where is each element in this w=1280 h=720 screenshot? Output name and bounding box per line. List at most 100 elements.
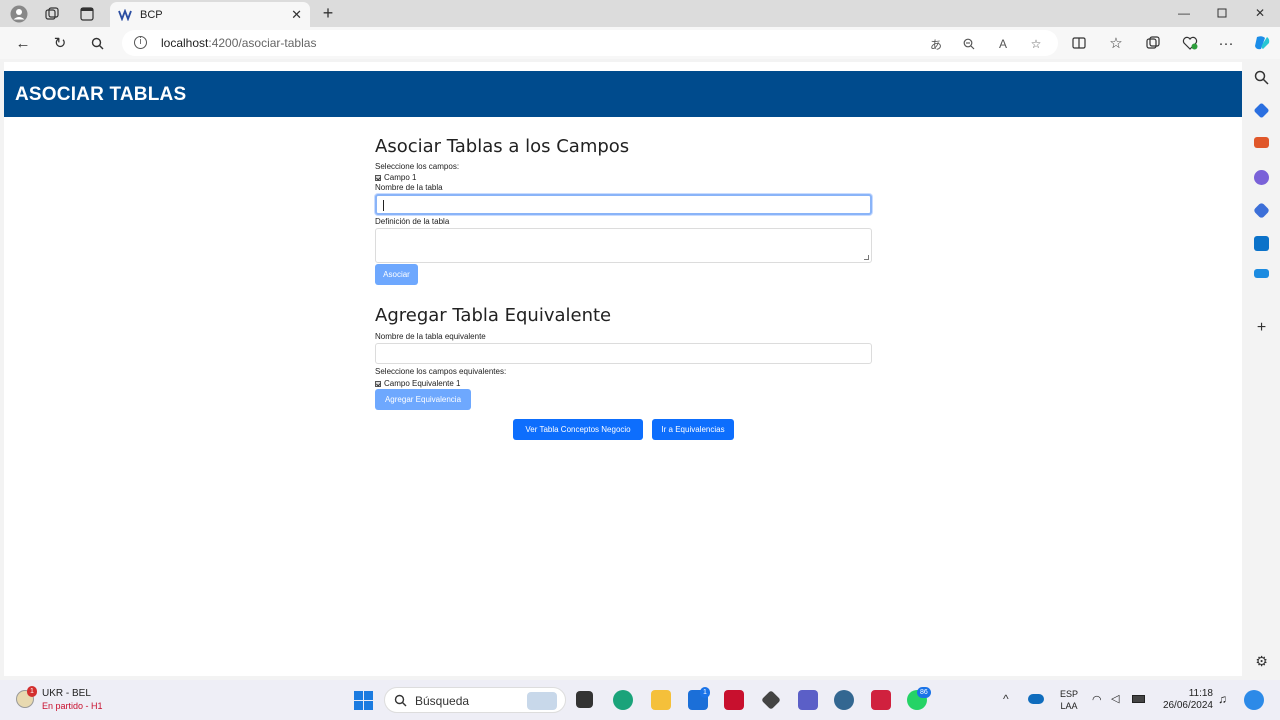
add-sidebar-icon[interactable]: + [1254, 320, 1269, 336]
url-text: localhost:4200/asociar-tablas [161, 36, 316, 50]
select-fields-label: Seleccione los campos: [375, 162, 460, 171]
equivalent-checkbox-label: Campo Equivalente 1 [384, 379, 461, 388]
favorite-star-icon[interactable]: ☆ [1028, 36, 1044, 52]
address-bar[interactable]: i localhost:4200/asociar-tablas あ A ☆ [122, 30, 1058, 56]
section-associate-title: Asociar Tablas a los Campos [375, 136, 630, 157]
equivalent-field-checkbox[interactable] [375, 380, 381, 387]
widget-badge: 1 [27, 686, 37, 697]
equivalent-name-label: Nombre de la tabla equivalente [375, 332, 486, 341]
bcp-favicon-icon [118, 8, 132, 21]
tab-actions-icon[interactable] [77, 4, 97, 24]
widget-subtitle: En partido - H1 [42, 701, 103, 711]
table-name-label: Nombre de la tabla [375, 183, 443, 192]
field-checkbox-label: Campo 1 [384, 173, 417, 182]
field-checkbox[interactable] [375, 174, 381, 181]
language-bottom: LAA [1060, 701, 1078, 711]
copilot-icon[interactable] [1252, 33, 1272, 53]
mcafee-icon[interactable] [724, 690, 744, 710]
browser-essentials-icon[interactable] [1180, 33, 1200, 53]
edge-sidebar: + ⚙ [1243, 62, 1280, 676]
wifi-icon[interactable]: ◠ [1092, 693, 1102, 706]
collections-icon[interactable] [1143, 33, 1163, 53]
clock[interactable]: 11:18 26/06/2024 [1155, 688, 1213, 712]
minimize-icon[interactable]: — [1174, 4, 1194, 22]
site-info-icon[interactable]: i [134, 36, 147, 49]
teams-icon[interactable] [798, 690, 818, 710]
new-tab-icon[interactable]: + [318, 3, 338, 23]
refresh-icon[interactable]: ↻ [50, 33, 70, 53]
clock-date: 26/06/2024 [1162, 700, 1213, 711]
table-definition-textarea[interactable] [375, 228, 872, 263]
clock-time: 11:18 [1188, 688, 1213, 699]
go-equivalences-button[interactable]: Ir a Equivalencias [652, 419, 734, 440]
close-window-icon[interactable]: ✕ [1250, 4, 1270, 22]
equivalent-name-input[interactable] [375, 343, 872, 364]
equivalent-checkbox-row: Campo Equivalente 1 [375, 379, 872, 388]
browser-titlebar: BCP ✕ + — ✕ [0, 0, 1280, 27]
more-options-icon[interactable]: ··· [1216, 33, 1236, 53]
read-aloud-icon[interactable]: A [995, 36, 1011, 52]
sidebar-search-icon[interactable] [1254, 70, 1269, 85]
show-hidden-icons[interactable]: ^ [1003, 692, 1009, 706]
widget-title: UKR - BEL [42, 688, 91, 699]
search-icon[interactable] [87, 33, 107, 53]
windows-taskbar: 1 UKR - BEL En partido - H1 Búsqueda 1 8… [0, 680, 1280, 720]
start-icon[interactable] [354, 691, 373, 710]
text-caret [383, 200, 384, 211]
dropbox-icon[interactable] [761, 690, 781, 710]
file-explorer-icon[interactable] [651, 690, 671, 710]
add-equivalence-button[interactable]: Agregar Equivalencia [375, 389, 471, 410]
send-icon[interactable] [1254, 269, 1269, 278]
workspaces-icon[interactable] [42, 4, 62, 24]
browser-toolbar: ← ↻ i localhost:4200/asociar-tablas あ A … [0, 27, 1280, 59]
sports-widget[interactable]: 1 UKR - BEL En partido - H1 [16, 686, 126, 714]
taskbar-search-icon [394, 694, 407, 707]
sidebar-settings-icon[interactable]: ⚙ [1254, 654, 1269, 669]
store-badge: 1 [700, 687, 710, 698]
taskbar-search[interactable]: Búsqueda [384, 687, 566, 713]
favorites-icon[interactable]: ☆ [1106, 33, 1126, 53]
taskbar-search-label: Búsqueda [415, 694, 470, 708]
shopping-tag-icon[interactable] [1253, 102, 1270, 119]
close-tab-icon[interactable]: ✕ [291, 7, 302, 23]
app-header: ASOCIAR TABLAS [4, 71, 1242, 117]
resize-grip-icon[interactable] [864, 255, 869, 260]
postgres-icon[interactable] [834, 690, 854, 710]
copilot-taskbar-icon[interactable] [1244, 690, 1264, 710]
games-icon[interactable] [1254, 170, 1269, 185]
tools-icon[interactable] [1254, 137, 1269, 148]
battery-icon[interactable] [1132, 695, 1145, 703]
notification-bell-icon[interactable]: ♫ [1218, 692, 1227, 706]
back-icon[interactable]: ← [13, 33, 33, 53]
page-title: ASOCIAR TABLAS [15, 84, 187, 105]
intellij-icon[interactable] [871, 690, 891, 710]
whatsapp-badge: 86 [917, 687, 931, 698]
search-highlight-icon [527, 692, 557, 710]
page-viewport: ASOCIAR TABLAS Asociar Tablas a los Camp… [4, 62, 1242, 676]
onedrive-icon[interactable] [1028, 694, 1044, 704]
section-equivalent-title: Agregar Tabla Equivalente [375, 305, 612, 326]
table-definition-label: Definición de la tabla [375, 217, 450, 226]
field-checkbox-row: Campo 1 [375, 173, 872, 182]
url-host: localhost [161, 36, 209, 50]
select-equivalent-fields-label: Seleccione los campos equivalentes: [375, 367, 507, 376]
browser-tab[interactable]: BCP ✕ [110, 2, 310, 27]
language-top: ESP [1059, 689, 1078, 699]
main-container: Asociar Tablas a los Campos Seleccione l… [375, 134, 872, 410]
url-path: :4200/asociar-tablas [208, 36, 317, 50]
volume-icon[interactable]: ◁ [1111, 692, 1119, 705]
language-indicator[interactable]: ESP LAA [1057, 688, 1081, 712]
associate-button[interactable]: Asociar [375, 264, 418, 285]
outlook-icon[interactable] [1254, 236, 1269, 251]
translate-icon[interactable]: あ [928, 36, 944, 52]
task-view-icon[interactable] [576, 691, 593, 708]
profile-icon[interactable] [9, 4, 29, 24]
zoom-icon[interactable] [961, 36, 977, 52]
view-concepts-button[interactable]: Ver Tabla Conceptos Negocio [513, 419, 643, 440]
split-screen-icon[interactable] [1069, 33, 1089, 53]
microsoft-365-icon[interactable] [1253, 202, 1270, 219]
edge-taskbar-icon[interactable] [613, 690, 633, 710]
tab-title: BCP [140, 8, 163, 21]
maximize-icon[interactable] [1212, 4, 1232, 22]
table-name-input[interactable] [375, 194, 872, 215]
